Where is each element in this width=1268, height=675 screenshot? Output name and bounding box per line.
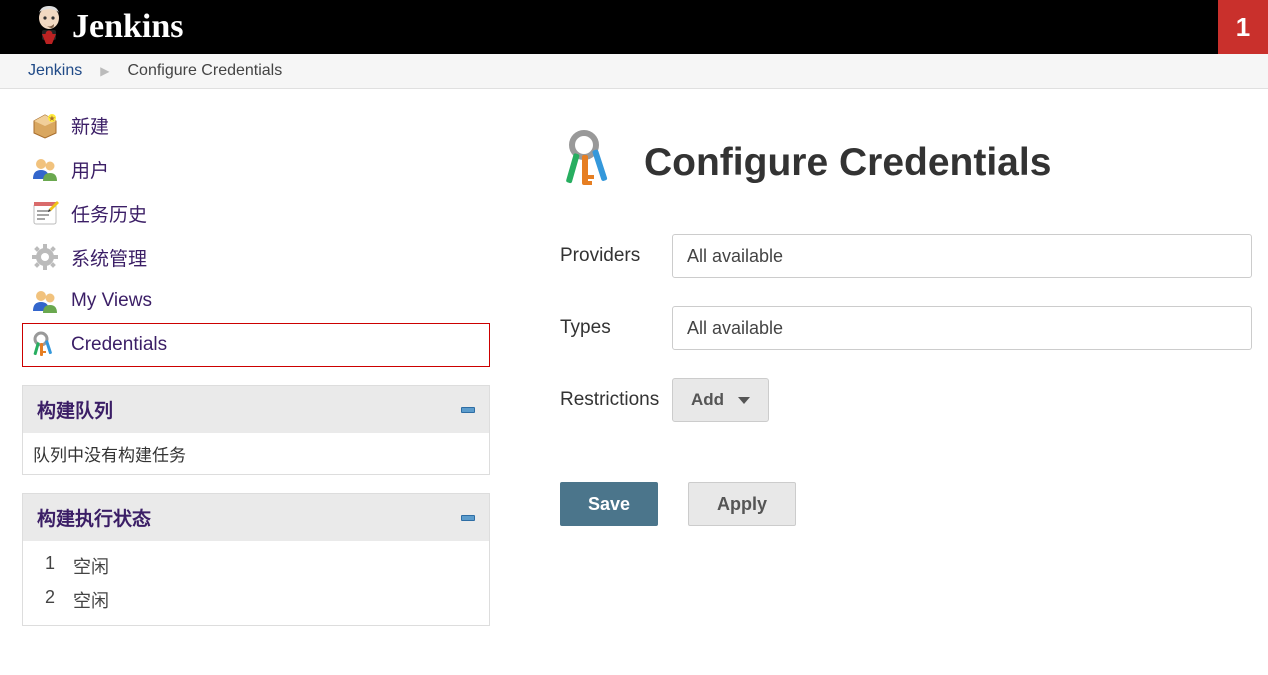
build-queue-panel: 构建队列 队列中没有构建任务 [22,385,490,475]
providers-input[interactable] [672,234,1252,278]
sidebar: ★ 新建 用户 [0,89,490,626]
executor-row: 2 空闲 [33,583,479,617]
sidebar-item-users[interactable]: 用户 [22,147,490,191]
providers-label: Providers [560,245,672,267]
types-label: Types [560,317,672,339]
providers-row: Providers [560,234,1268,278]
gear-icon [31,243,59,271]
notification-badge[interactable]: 1 [1218,0,1268,54]
executor-row: 1 空闲 [33,549,479,583]
executor-number: 2 [37,587,55,613]
apply-button[interactable]: Apply [688,482,796,526]
sidebar-item-manage[interactable]: 系统管理 [22,235,490,279]
add-button[interactable]: Add [672,378,769,422]
keys-icon [31,331,59,359]
notepad-icon [31,199,59,227]
add-button-label: Add [691,390,724,410]
users-icon [31,287,59,315]
executor-status-title: 构建执行状态 [37,504,151,531]
build-queue-empty: 队列中没有构建任务 [33,446,186,465]
new-box-icon: ★ [31,111,59,139]
build-queue-title: 构建队列 [37,396,113,423]
breadcrumb: Jenkins ▶ Configure Credentials [0,54,1268,89]
brand-text: Jenkins [72,8,184,46]
executor-status-header[interactable]: 构建执行状态 [23,494,489,541]
page-title: Configure Credentials [560,129,1268,196]
sidebar-item-label: 用户 [71,156,109,183]
sidebar-item-build-history[interactable]: 任务历史 [22,191,490,235]
build-queue-header: 构建队列 [23,386,489,433]
executor-state: 空闲 [73,587,109,613]
sidebar-item-label: My Views [71,290,152,312]
svg-text:★: ★ [48,114,55,123]
breadcrumb-home[interactable]: Jenkins [28,62,82,80]
breadcrumb-separator-icon: ▶ [100,64,109,78]
sidebar-item-credentials[interactable]: Credentials [22,323,490,367]
collapse-icon[interactable] [461,515,475,521]
sidebar-item-my-views[interactable]: My Views [22,279,490,323]
sidebar-item-label: 新建 [71,112,109,139]
breadcrumb-current: Configure Credentials [127,62,282,80]
jenkins-head-icon [30,4,68,51]
sidebar-item-label: 系统管理 [71,244,147,271]
jenkins-logo[interactable]: Jenkins [0,4,184,51]
notification-count: 1 [1236,12,1250,43]
types-input[interactable] [672,306,1252,350]
keys-large-icon [560,129,624,196]
sidebar-item-new[interactable]: ★ 新建 [22,103,490,147]
restrictions-label: Restrictions [560,389,672,411]
sidebar-item-label: Credentials [71,334,167,356]
executor-status-body: 1 空闲 2 空闲 [23,541,489,625]
main-content: Configure Credentials Providers Types Re… [490,89,1268,626]
chevron-down-icon [738,397,750,404]
executor-status-panel: 构建执行状态 1 空闲 2 空闲 [22,493,490,626]
save-button[interactable]: Save [560,482,658,526]
restrictions-row: Restrictions Add [560,378,1268,422]
form-actions: Save Apply [560,482,1268,526]
executor-number: 1 [37,553,55,579]
types-row: Types [560,306,1268,350]
users-icon [31,155,59,183]
build-queue-body: 队列中没有构建任务 [23,433,489,474]
sidebar-item-label: 任务历史 [71,200,147,227]
top-header: Jenkins 1 [0,0,1268,54]
executor-state: 空闲 [73,553,109,579]
collapse-icon[interactable] [461,407,475,413]
page-heading: Configure Credentials [644,141,1051,185]
